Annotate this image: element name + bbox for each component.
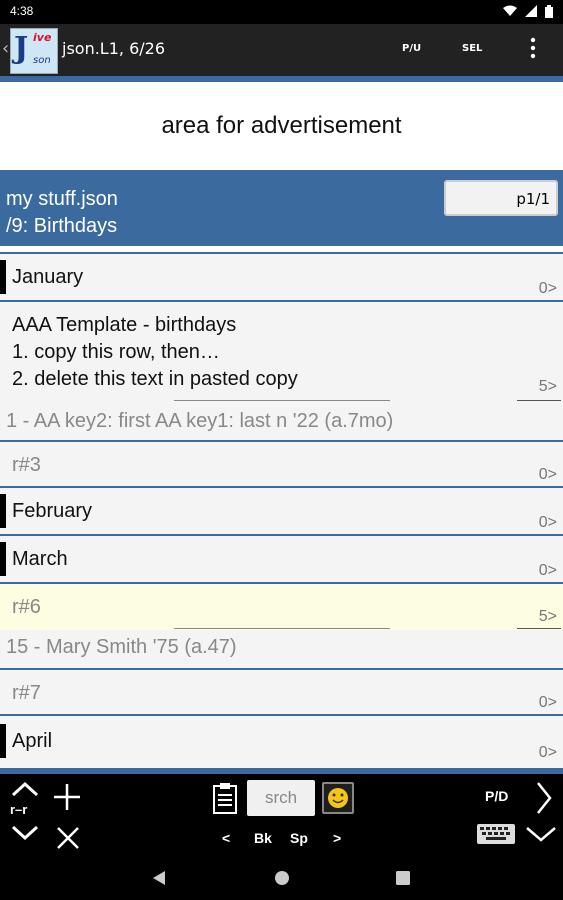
row-divider [174,400,390,401]
row-january[interactable]: January 0> [0,252,563,300]
chevron-down-icon[interactable] [524,824,558,844]
space-button[interactable]: Sp [290,830,308,846]
select-button[interactable]: SEL [462,43,482,54]
row-count[interactable]: 0> [539,744,557,762]
battery-icon [545,5,553,18]
wifi-icon [503,5,517,16]
status-time: 4:38 [10,4,34,18]
row-count[interactable]: 0> [539,466,557,484]
clipboard-icon[interactable] [212,782,238,814]
delete-icon[interactable] [56,826,80,850]
row-list: January 0> AAA Template - birthdays 1. c… [0,246,563,774]
app-bar: ‹ J ive son json.L1, 6/26 P/U SEL [0,24,563,76]
row-label: April [12,730,53,752]
file-name: my stuff.json [6,188,118,210]
row-detail: 15 - Mary Smith '75 (a.47) [6,636,237,658]
ad-banner[interactable]: area for advertisement [0,82,563,170]
row-label: r#7 [12,682,41,704]
row-range-label: r–r [10,802,28,817]
cursor-right-button[interactable]: > [333,830,341,846]
status-bar: 4:38 [0,0,563,24]
row-template[interactable]: AAA Template - birthdays 1. copy this ro… [0,300,563,440]
system-nav-bar [0,856,563,900]
search-input[interactable]: srch [247,780,315,816]
row-count[interactable]: 5> [539,608,557,626]
status-icons [503,5,553,18]
row-count[interactable]: 0> [539,280,557,298]
row-march[interactable]: March 0> [0,534,563,582]
row-february[interactable]: February 0> [0,486,563,534]
row-r3[interactable]: r#3 0> [0,440,563,486]
row-label: r#3 [12,454,41,476]
row-count[interactable]: 5> [539,378,557,396]
emoji-button[interactable] [322,782,354,814]
section-marker [0,494,6,528]
row-count[interactable]: 0> [539,562,557,580]
page-down-button[interactable]: P/D [485,788,508,804]
row-r6-detail: 15 - Mary Smith '75 (a.47) [0,630,563,668]
file-path: /9: Birthdays [6,215,118,237]
row-count[interactable]: 0> [539,514,557,532]
section-marker [0,260,6,294]
row-line: 2. delete this text in pasted copy [12,368,298,390]
file-header: my stuff.json /9: Birthdays p1/1 [0,170,563,246]
count-underline [517,400,561,401]
cursor-left-button[interactable]: < [222,830,230,846]
move-up-icon[interactable] [10,780,40,798]
app-logo[interactable]: J ive son [10,28,58,74]
page-up-button[interactable]: P/U [402,43,421,54]
chevron-right-icon[interactable] [534,780,554,816]
row-label: r#6 [12,596,41,618]
more-menu-icon[interactable] [530,36,536,60]
row-detail: 1 - AA key2: first AA key1: last n '22 (… [6,410,394,432]
back-button[interactable]: ‹ [2,38,9,59]
row-label: March [12,548,68,570]
smiley-icon [328,788,348,808]
add-icon[interactable] [52,782,82,812]
section-marker [0,724,6,758]
row-label: February [12,500,93,522]
row-r6[interactable]: r#6 5> [0,582,563,630]
keyboard-icon[interactable] [476,822,516,846]
row-label: January [12,266,84,288]
bottom-toolbar: r–r srch < Bk Sp > P/D [0,774,563,856]
backspace-button[interactable]: Bk [254,830,272,846]
section-marker [0,542,6,576]
row-divider [174,628,390,629]
nav-back-icon[interactable] [152,870,166,886]
nav-home-icon[interactable] [274,870,290,886]
move-down-icon[interactable] [10,824,40,842]
row-line: 1. copy this row, then… [12,341,220,363]
app-title: json.L1, 6/26 [62,39,165,58]
nav-recents-icon[interactable] [396,871,410,885]
count-underline [517,628,561,629]
row-count[interactable]: 0> [539,694,557,712]
row-r7[interactable]: r#7 0> [0,668,563,714]
row-april[interactable]: April 0> [0,714,563,768]
signal-icon [525,5,537,17]
page-indicator[interactable]: p1/1 [444,180,558,216]
row-line: AAA Template - birthdays [12,314,237,336]
